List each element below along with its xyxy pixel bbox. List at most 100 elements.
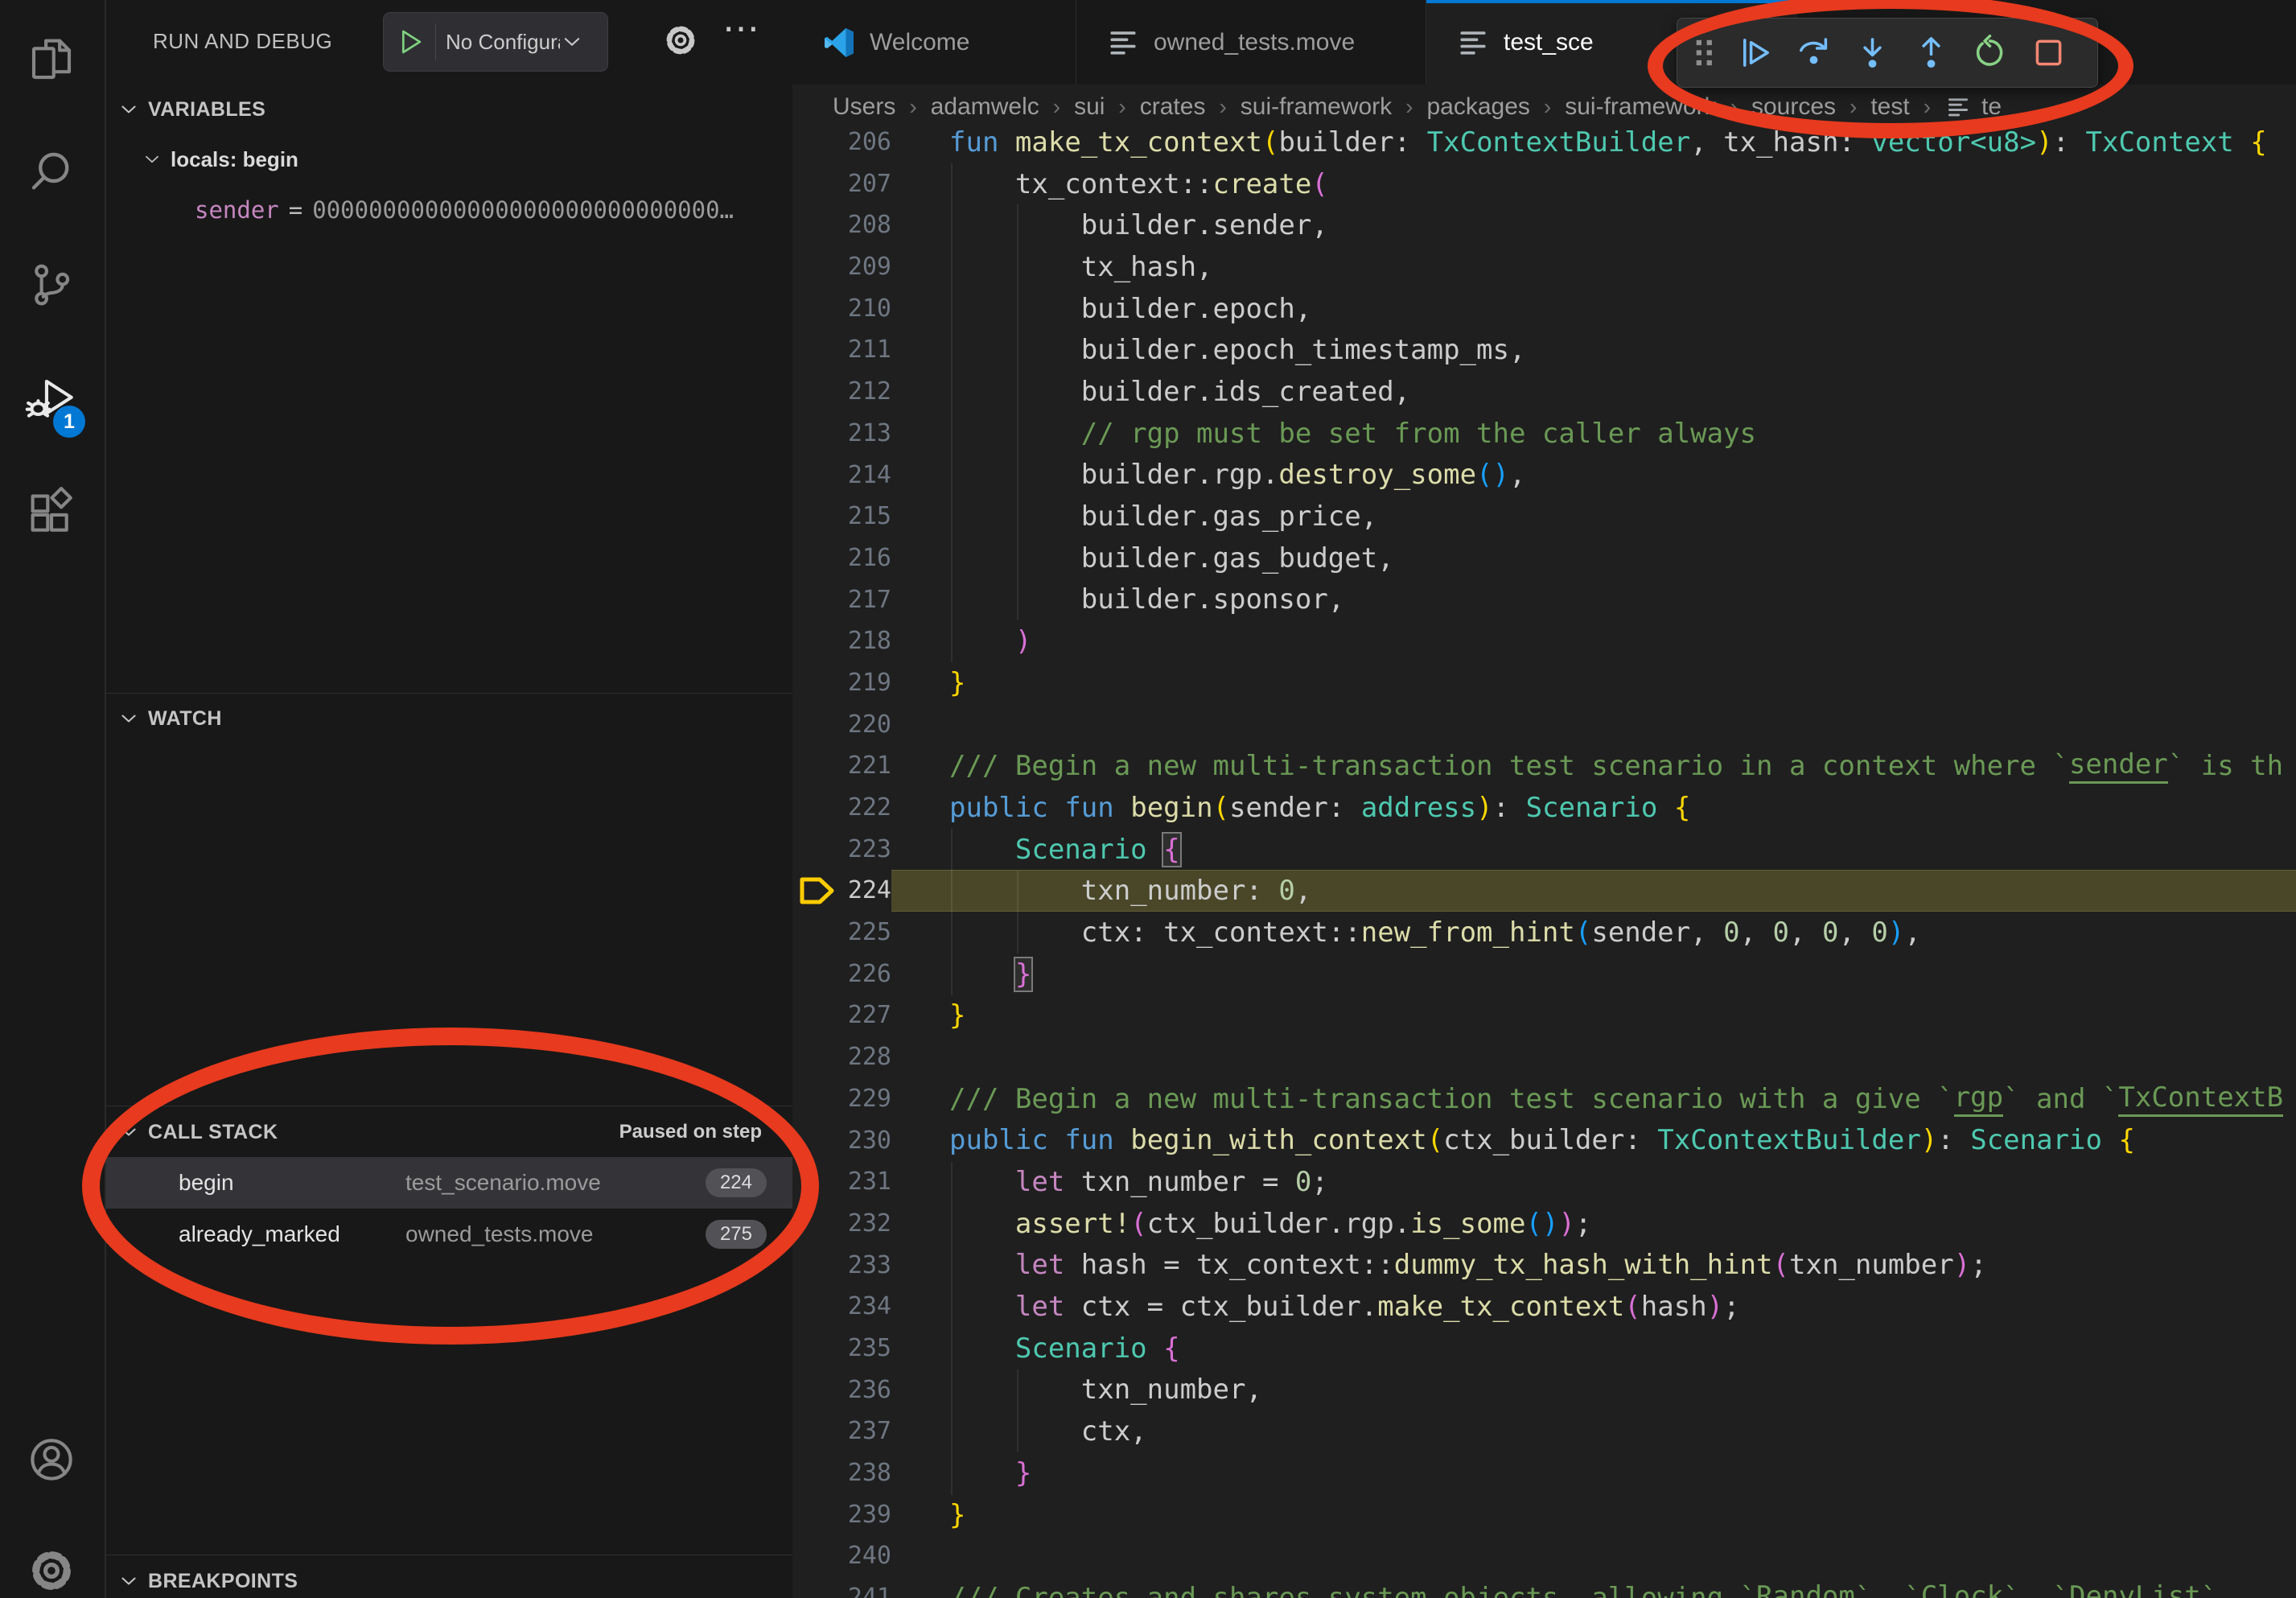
line-number[interactable]: 237 bbox=[792, 1411, 891, 1452]
callstack-frame-begin[interactable]: begintest_scenario.move224 bbox=[106, 1157, 792, 1209]
code-line-238[interactable]: 238 } bbox=[792, 1452, 2296, 1494]
line-number[interactable]: 235 bbox=[792, 1328, 891, 1369]
line-number[interactable]: 236 bbox=[792, 1369, 891, 1411]
breadcrumb-item[interactable]: sui bbox=[1074, 93, 1105, 121]
line-number[interactable]: 226 bbox=[792, 953, 891, 995]
callstack-frame-already_marked[interactable]: already_markedowned_tests.move275 bbox=[106, 1209, 792, 1260]
line-number[interactable]: 238 bbox=[792, 1452, 891, 1494]
variables-scope-row[interactable]: locals: begin bbox=[142, 140, 298, 179]
line-number[interactable]: 221 bbox=[792, 745, 891, 787]
debug-step-out-button[interactable] bbox=[1902, 23, 1961, 83]
line-number[interactable]: 211 bbox=[792, 329, 891, 371]
code-line-232[interactable]: 232 assert!(ctx_builder.rgp.is_some()); bbox=[792, 1203, 2296, 1245]
code-line-240[interactable]: 240 bbox=[792, 1535, 2296, 1577]
debug-step-over-button[interactable] bbox=[1784, 23, 1843, 83]
line-number[interactable]: 239 bbox=[792, 1494, 891, 1536]
code-line-223[interactable]: 223 Scenario { bbox=[792, 829, 2296, 871]
code-line-231[interactable]: 231 let txn_number = 0; bbox=[792, 1161, 2296, 1203]
line-number[interactable]: 209 bbox=[792, 246, 891, 288]
line-number[interactable]: 231 bbox=[792, 1161, 891, 1203]
section-divider bbox=[106, 693, 792, 694]
breadcrumb-item[interactable]: sui-framework bbox=[1241, 93, 1392, 121]
line-number[interactable]: 220 bbox=[792, 704, 891, 746]
line-number[interactable]: 229 bbox=[792, 1078, 891, 1120]
debug-continue-button[interactable] bbox=[1726, 23, 1784, 83]
breakpoints-section-header[interactable]: BREAKPOINTS bbox=[106, 1561, 792, 1598]
code-line-221[interactable]: 221/// Begin a new multi-transaction tes… bbox=[792, 745, 2296, 787]
breadcrumb-item[interactable]: Users bbox=[833, 93, 895, 121]
debug-step-into-button[interactable] bbox=[1843, 23, 1902, 83]
line-number[interactable]: 207 bbox=[792, 163, 891, 205]
breadcrumb-item[interactable]: sources bbox=[1751, 93, 1836, 121]
line-number[interactable]: 212 bbox=[792, 371, 891, 413]
code-text: } bbox=[891, 1452, 2296, 1494]
code-text: public fun begin_with_context(ctx_builde… bbox=[891, 1120, 2296, 1162]
code-line-228[interactable]: 228 bbox=[792, 1036, 2296, 1078]
code-line-233[interactable]: 233 let hash = tx_context::dummy_tx_hash… bbox=[792, 1245, 2296, 1287]
breadcrumb-item[interactable]: sui-framework bbox=[1565, 93, 1716, 121]
breadcrumb-item[interactable]: packages bbox=[1426, 93, 1529, 121]
line-number[interactable]: 210 bbox=[792, 288, 891, 330]
code-line-219[interactable]: 219} bbox=[792, 662, 2296, 704]
code-line-234[interactable]: 234 let ctx = ctx_builder.make_tx_contex… bbox=[792, 1286, 2296, 1328]
breadcrumb-item[interactable]: test bbox=[1870, 93, 1909, 121]
activity-account-icon[interactable] bbox=[0, 1406, 103, 1513]
breadcrumb-file-item[interactable]: te bbox=[1944, 93, 2002, 121]
watch-section-header[interactable]: WATCH bbox=[106, 698, 792, 739]
code-line-227[interactable]: 227} bbox=[792, 995, 2296, 1036]
line-number[interactable]: 222 bbox=[792, 787, 891, 829]
line-number[interactable]: 230 bbox=[792, 1120, 891, 1162]
activity-settings-icon[interactable] bbox=[0, 1518, 103, 1598]
code-line-229[interactable]: 229/// Begin a new multi-transaction tes… bbox=[792, 1078, 2296, 1120]
line-number[interactable]: 232 bbox=[792, 1203, 891, 1245]
code-line-207[interactable]: 207 tx_context::create( bbox=[792, 163, 2296, 205]
code-line-230[interactable]: 230public fun begin_with_context(ctx_bui… bbox=[792, 1120, 2296, 1162]
code-text: let txn_number = 0; bbox=[891, 1161, 2296, 1203]
debug-stop-button[interactable] bbox=[2019, 23, 2078, 83]
tab-welcome[interactable]: Welcome bbox=[792, 0, 1076, 84]
code-line-218[interactable]: 218 ) bbox=[792, 620, 2296, 662]
code-line-220[interactable]: 220 bbox=[792, 704, 2296, 746]
code-line-222[interactable]: 222public fun begin(sender: address): Sc… bbox=[792, 787, 2296, 829]
variable-name: sender bbox=[195, 196, 279, 224]
line-number[interactable]: 241 bbox=[792, 1577, 891, 1598]
code-line-226[interactable]: 226 } bbox=[792, 953, 2296, 995]
line-number[interactable]: 214 bbox=[792, 455, 891, 496]
code-line-241[interactable]: 241/// Creates and shares system objects… bbox=[792, 1577, 2296, 1598]
activity-search-icon[interactable] bbox=[0, 119, 103, 225]
tab-owned-tests-move[interactable]: owned_tests.move bbox=[1076, 0, 1426, 84]
line-number[interactable]: 208 bbox=[792, 204, 891, 246]
activity-extensions-icon[interactable] bbox=[0, 460, 103, 566]
call-stack-section-header[interactable]: CALL STACK Paused on step bbox=[106, 1112, 792, 1152]
line-number[interactable]: 228 bbox=[792, 1036, 891, 1078]
breadcrumb-item[interactable]: adamwelc bbox=[931, 93, 1039, 121]
line-number[interactable]: 215 bbox=[792, 496, 891, 537]
line-number[interactable]: 217 bbox=[792, 579, 891, 621]
breadcrumb-item[interactable]: crates bbox=[1140, 93, 1206, 121]
line-number[interactable]: 225 bbox=[792, 912, 891, 953]
line-number[interactable]: 227 bbox=[792, 995, 891, 1036]
line-number[interactable]: 216 bbox=[792, 537, 891, 579]
variables-section-header[interactable]: VARIABLES bbox=[106, 89, 792, 130]
line-number[interactable]: 233 bbox=[792, 1245, 891, 1287]
code-line-235[interactable]: 235 Scenario { bbox=[792, 1328, 2296, 1369]
start-debug-icon[interactable] bbox=[395, 27, 426, 57]
line-number[interactable]: 218 bbox=[792, 620, 891, 662]
more-actions-icon[interactable]: ⋯ bbox=[722, 6, 759, 50]
line-number[interactable]: 213 bbox=[792, 413, 891, 455]
activity-source-control-icon[interactable] bbox=[0, 232, 103, 338]
activity-explorer-icon[interactable] bbox=[0, 6, 103, 113]
variable-row-sender[interactable]: sender = 00000000000000000000000000000… bbox=[195, 192, 734, 229]
line-number[interactable]: 223 bbox=[792, 829, 891, 871]
debug-settings-gear-icon[interactable] bbox=[661, 21, 700, 60]
line-number[interactable]: 219 bbox=[792, 662, 891, 704]
line-number[interactable]: 240 bbox=[792, 1535, 891, 1577]
code-line-239[interactable]: 239} bbox=[792, 1494, 2296, 1536]
line-number[interactable]: 234 bbox=[792, 1286, 891, 1328]
toolbar-drag-handle[interactable] bbox=[1682, 23, 1726, 83]
code-area[interactable]: 206fun make_tx_context(builder: TxContex… bbox=[792, 121, 2296, 1598]
activity-run-and-debug-icon[interactable]: 1 bbox=[0, 346, 103, 452]
chevron-down-icon bbox=[117, 98, 140, 121]
debug-configuration-dropdown[interactable]: No Configura bbox=[383, 12, 608, 72]
debug-restart-button[interactable] bbox=[1961, 23, 2019, 83]
